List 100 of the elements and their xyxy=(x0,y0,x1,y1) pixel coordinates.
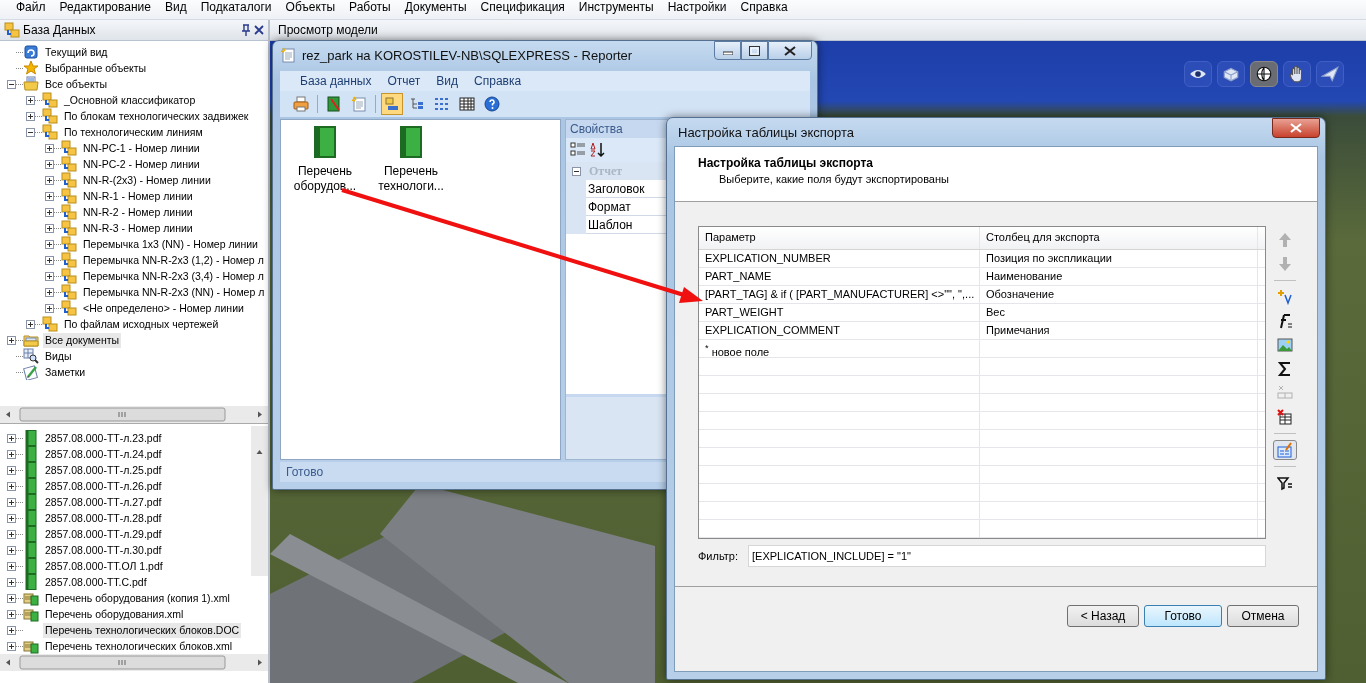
tree-item[interactable]: 2857.08.000-ТТ-л.25.pdf xyxy=(43,462,164,478)
expand-toggle[interactable] xyxy=(7,561,16,571)
expand-toggle[interactable] xyxy=(45,255,54,265)
tree-item[interactable]: Перемычка 1x3 (NN) - Номер линии xyxy=(81,236,260,252)
expand-toggle[interactable] xyxy=(7,449,16,459)
collapse-toggle[interactable] xyxy=(572,166,581,176)
menu-item[interactable]: Инструменты xyxy=(571,0,661,16)
column-header[interactable]: Столбец для экспорта xyxy=(980,227,1258,249)
expand-toggle[interactable] xyxy=(7,79,16,89)
tree-item[interactable]: Текущий вид xyxy=(43,44,110,60)
tree-item[interactable]: Все объекты xyxy=(43,76,109,92)
close-icon[interactable] xyxy=(254,25,264,35)
view-tool-button[interactable] xyxy=(1184,61,1212,87)
expand-toggle[interactable] xyxy=(45,159,54,169)
tree-item[interactable]: 2857.08.000-ТТ-л.27.pdf xyxy=(43,494,164,510)
expand-toggle[interactable] xyxy=(45,175,54,185)
expand-toggle[interactable] xyxy=(26,111,35,121)
expand-toggle[interactable] xyxy=(45,303,54,313)
pin-icon[interactable] xyxy=(241,24,251,36)
view-tool-button[interactable] xyxy=(1250,61,1278,87)
tree-item[interactable]: Перемычка NN-R-2x3 (3,4) - Номер л xyxy=(81,268,266,284)
tree-item[interactable]: NN-PC-1 - Номер линии xyxy=(81,140,202,156)
report-item[interactable]: Перечень технологи... xyxy=(371,164,451,194)
tree-item[interactable]: Перечень технологических блоков.DOC xyxy=(43,622,242,638)
tree-item[interactable]: Перечень технологических блоков.xml xyxy=(43,638,235,654)
expand-toggle[interactable] xyxy=(45,143,54,153)
tree-item[interactable]: 2857.08.000-ТТ-л.30.pdf xyxy=(43,542,164,558)
tree-item[interactable]: Заметки xyxy=(43,364,88,380)
expand-toggle[interactable] xyxy=(26,127,35,137)
report-item[interactable]: Перечень оборудов... xyxy=(285,164,365,194)
close-button[interactable] xyxy=(768,41,812,60)
maximize-button[interactable] xyxy=(741,41,768,60)
tree-item[interactable]: По блокам технологических задвижек xyxy=(62,108,251,124)
menu-item[interactable]: Документы xyxy=(397,0,474,16)
tree-item[interactable]: 2857.08.000-ТТ-л.26.pdf xyxy=(43,478,164,494)
expand-toggle[interactable] xyxy=(45,207,54,217)
expand-toggle[interactable] xyxy=(7,529,16,539)
minimize-button[interactable] xyxy=(714,41,741,60)
expand-toggle[interactable] xyxy=(45,287,54,297)
menu-item[interactable]: Объекты xyxy=(278,0,343,16)
tree-item[interactable]: NN-PC-2 - Номер линии xyxy=(81,156,202,172)
new-row-cell[interactable]: $^{*}$ новое поле xyxy=(699,340,980,360)
menu-item[interactable]: Справка xyxy=(466,74,530,88)
tree-item[interactable]: 2857.08.000-ТТ.ОЛ 1.pdf xyxy=(43,558,165,574)
tree-item[interactable]: 2857.08.000-ТТ-л.23.pdf xyxy=(43,430,164,446)
view-tool-button[interactable] xyxy=(1316,61,1344,87)
expand-toggle[interactable] xyxy=(7,625,16,635)
tree-item[interactable]: По файлам исходных чертежей xyxy=(62,316,221,332)
menu-item[interactable]: База данных xyxy=(292,74,380,88)
expand-toggle[interactable] xyxy=(7,481,16,491)
tree-item[interactable]: 2857.08.000-ТТ-л.28.pdf xyxy=(43,510,164,526)
expand-toggle[interactable] xyxy=(7,609,16,619)
menu-item[interactable]: Отчет xyxy=(379,74,429,88)
finish-button[interactable]: Готово xyxy=(1144,605,1222,627)
tree-item[interactable]: <Не определено> - Номер линии xyxy=(81,300,246,316)
tree-item[interactable]: Перемычка NN-R-2x3 (NN) - Номер л xyxy=(81,284,267,300)
tree-item[interactable]: Перечень оборудования (копия 1).xml xyxy=(43,590,232,606)
expand-toggle[interactable] xyxy=(45,223,54,233)
expand-toggle[interactable] xyxy=(7,577,16,587)
expand-toggle[interactable] xyxy=(7,433,16,443)
cancel-button[interactable]: Отмена xyxy=(1227,605,1299,627)
menu-item[interactable]: Справка xyxy=(733,0,795,16)
tree-item[interactable]: 2857.08.000-ТТ-л.24.pdf xyxy=(43,446,164,462)
menu-item[interactable]: Вид xyxy=(157,0,194,16)
close-button[interactable] xyxy=(1272,118,1320,138)
column-header[interactable]: Параметр xyxy=(699,227,980,249)
expand-toggle[interactable] xyxy=(45,271,54,281)
tree-item[interactable]: NN-R-3 - Номер линии xyxy=(81,220,195,236)
tree-item[interactable]: NN-R-(2x3) - Номер линии xyxy=(81,172,213,188)
tree-item[interactable]: Выбранные объекты xyxy=(43,60,149,76)
tree-item[interactable]: По технологическим линиям xyxy=(62,124,205,140)
menu-item[interactable]: Файл xyxy=(9,0,53,16)
expand-toggle[interactable] xyxy=(7,465,16,475)
expand-toggle[interactable] xyxy=(7,513,16,523)
expand-toggle[interactable] xyxy=(26,319,35,329)
view-tool-button[interactable] xyxy=(1217,61,1245,87)
menu-item[interactable]: Вид xyxy=(428,74,467,88)
horizontal-scrollbar[interactable] xyxy=(0,406,268,423)
back-button[interactable]: < Назад xyxy=(1067,605,1139,627)
tree-item[interactable]: Виды xyxy=(43,348,74,364)
tree-item[interactable]: Перечень оборудования.xml xyxy=(43,606,186,622)
menu-item[interactable]: Редактирование xyxy=(52,0,158,16)
expand-toggle[interactable] xyxy=(7,545,16,555)
menu-item[interactable]: Настройки xyxy=(660,0,734,16)
view-tool-button[interactable] xyxy=(1283,61,1311,87)
expand-toggle[interactable] xyxy=(45,239,54,249)
menu-item[interactable]: Спецификация xyxy=(473,0,572,16)
toolbar-button[interactable] xyxy=(590,142,606,158)
filter-field[interactable]: [EXPLICATION_INCLUDE] = "1" xyxy=(748,545,1266,567)
expand-toggle[interactable] xyxy=(7,497,16,507)
expand-toggle[interactable] xyxy=(7,335,16,345)
tree-item[interactable]: NN-R-2 - Номер линии xyxy=(81,204,195,220)
menu-item[interactable]: Работы xyxy=(342,0,398,16)
expand-toggle[interactable] xyxy=(7,641,16,651)
tree-item[interactable]: NN-R-1 - Номер линии xyxy=(81,188,195,204)
expand-toggle[interactable] xyxy=(7,593,16,603)
vertical-scrollbar[interactable] xyxy=(251,426,268,576)
expand-toggle[interactable] xyxy=(45,191,54,201)
menu-item[interactable]: Подкаталоги xyxy=(193,0,279,16)
tree-item[interactable]: 2857.08.000-ТТ.С.pdf xyxy=(43,574,149,590)
